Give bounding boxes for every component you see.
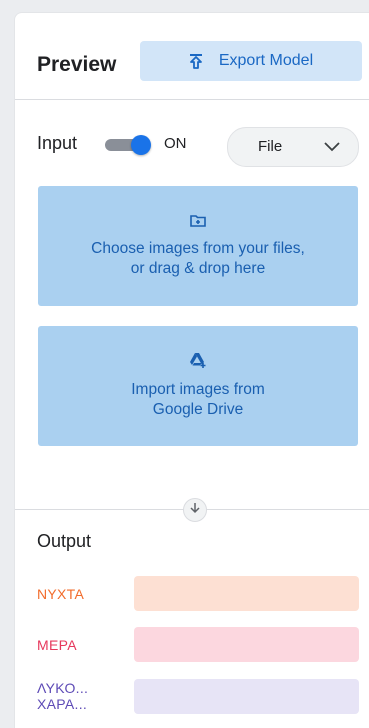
export-model-label: Export Model [218, 52, 314, 69]
panel-title: Preview [37, 53, 117, 76]
arrow-down-icon [190, 501, 200, 519]
output-class-name: ΛΥΚΟ... [37, 680, 89, 696]
output-class-label: ΛΥΚΟ... ΧΑΡΑ... [37, 680, 88, 712]
upload-icon [189, 53, 203, 69]
input-toggle[interactable] [105, 135, 151, 155]
input-source-value: File [258, 138, 283, 155]
output-class-name: ΝΥΧΤΑ [37, 586, 85, 602]
arrow-down-button[interactable] [183, 498, 207, 522]
output-confidence-bar [134, 679, 359, 714]
output-class-name-line2: ΧΑΡΑ... [37, 696, 88, 712]
google-drive-line2: Google Drive [152, 401, 244, 418]
add-folder-icon [190, 213, 206, 233]
google-drive-icon [189, 352, 207, 374]
divider [15, 99, 369, 100]
choose-files-line2: or drag & drop here [130, 260, 266, 277]
output-label: Output [37, 531, 92, 551]
choose-files-line1: Choose images from your files, [91, 240, 305, 257]
input-source-select[interactable]: File [227, 127, 359, 167]
toggle-state-label: ON [164, 135, 187, 152]
choose-files-card[interactable]: Choose images from your files, or drag &… [38, 186, 358, 306]
output-class-label: ΝΥΧΤΑ [37, 586, 84, 602]
input-label: Input [37, 133, 78, 153]
preview-panel: Preview Export Model Input ON File Choos… [14, 12, 369, 728]
output-confidence-bar [134, 627, 359, 662]
google-drive-card[interactable]: Import images from Google Drive [38, 326, 358, 446]
export-model-button[interactable]: Export Model [140, 41, 362, 81]
output-class-name: ΜΕΡΑ [37, 637, 77, 653]
output-confidence-bar [134, 576, 359, 611]
google-drive-line1: Import images from [131, 381, 265, 398]
output-class-label: ΜΕΡΑ [37, 637, 77, 653]
